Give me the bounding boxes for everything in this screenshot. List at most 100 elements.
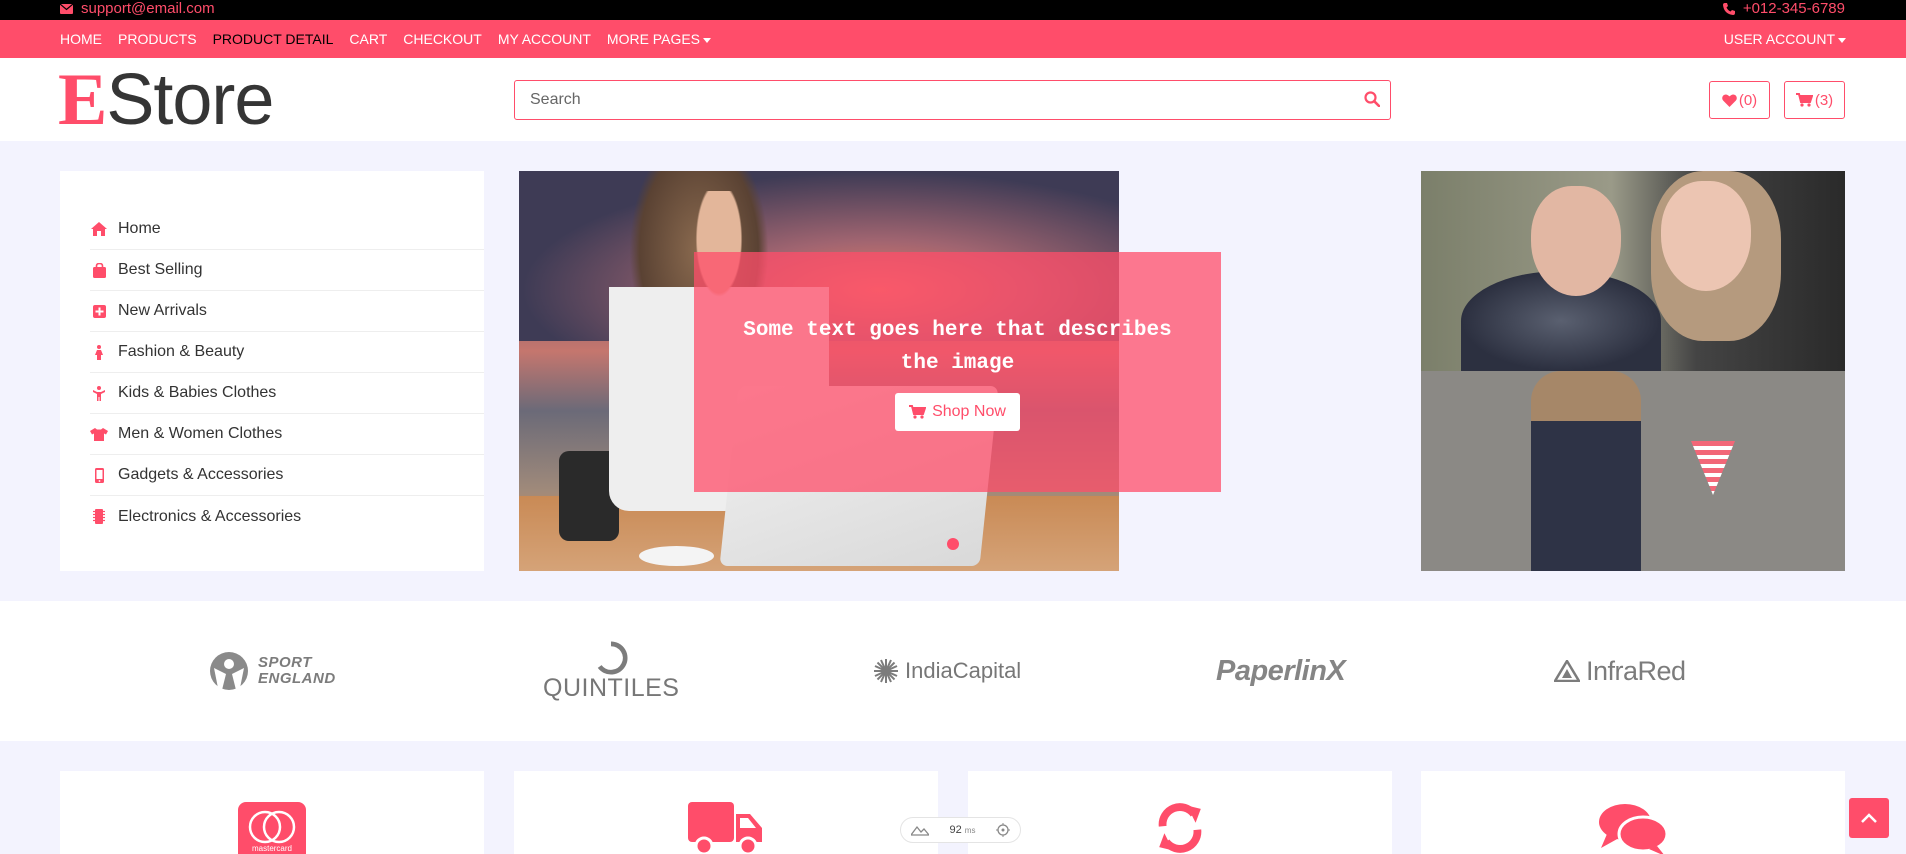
sidebar-item-label: Gadgets & Accessories — [118, 466, 284, 483]
category-sidebar: Home Best Selling New Arrivals Fashion &… — [60, 171, 484, 571]
logo-letter-e: E — [58, 59, 107, 141]
slider-mouse — [639, 546, 714, 566]
user-account-dropdown[interactable]: USER ACCOUNT — [1724, 20, 1846, 58]
brand-india-capital-text: IndiaCapital — [905, 658, 1022, 683]
truck-icon — [688, 802, 762, 854]
sidebar-item-label: Best Selling — [118, 261, 203, 278]
microchip-icon — [90, 509, 108, 524]
contact-email[interactable]: support@email.com — [60, 0, 215, 17]
sidebar-item-label: New Arrivals — [118, 302, 207, 319]
promo-image-women[interactable] — [1421, 171, 1845, 371]
tshirt-icon — [90, 427, 108, 441]
search-icon[interactable] — [1364, 91, 1380, 107]
mastercard-icon: mastercard — [238, 802, 306, 854]
sidebar-item-label: Men & Women Clothes — [118, 425, 283, 442]
cart-icon — [1795, 93, 1813, 107]
shop-now-button[interactable]: Shop Now — [895, 393, 1020, 431]
nav-home[interactable]: HOME — [60, 31, 110, 47]
wishlist-count: (0) — [1738, 91, 1758, 109]
brand-sport-line2: ENGLAND — [258, 670, 336, 687]
cart-count: (3) — [1814, 91, 1834, 109]
performance-badge: 92 ms — [900, 817, 1021, 843]
caret-down-icon — [1838, 37, 1846, 43]
contact-email-text: support@email.com — [81, 0, 215, 17]
nav-product-detail[interactable]: PRODUCT DETAIL — [205, 31, 342, 47]
female-icon — [90, 344, 108, 360]
brand-sport-line1: SPORT — [258, 654, 312, 671]
home-icon — [90, 222, 108, 236]
nav-my-account[interactable]: MY ACCOUNT — [490, 31, 599, 47]
sidebar-item-men-women[interactable]: Men & Women Clothes — [90, 414, 484, 455]
brand-infrared[interactable]: InfraRed — [1554, 641, 1686, 701]
nav-more-pages-dropdown[interactable]: MORE PAGES — [599, 31, 719, 47]
sidebar-item-best-selling[interactable]: Best Selling — [90, 250, 484, 291]
comments-icon — [1599, 804, 1669, 854]
sidebar-item-label: Electronics & Accessories — [118, 507, 302, 525]
chevron-up-icon — [1861, 813, 1877, 823]
shop-now-label: Shop Now — [932, 403, 1006, 420]
phone-icon — [1722, 2, 1735, 15]
nav-more-pages-label: MORE PAGES — [606, 31, 701, 47]
brand-quintiles[interactable]: QUINTILES — [543, 641, 679, 701]
child-icon — [90, 385, 108, 401]
sidebar-item-label: Fashion & Beauty — [118, 343, 245, 360]
search-input[interactable] — [515, 81, 1390, 119]
perf-reading: 92 ms — [949, 824, 975, 836]
brand-sport-england-text: SPORT ENGLAND — [258, 655, 336, 687]
perf-value: 92 — [949, 824, 962, 836]
sidebar-item-electronics[interactable]: Electronics & Accessories — [90, 496, 484, 537]
contact-phone[interactable]: +012-345-6789 — [1722, 0, 1845, 17]
nav-menu: HOME PRODUCTS PRODUCT DETAIL CART CHECKO… — [60, 20, 719, 58]
top-contact-bar: support@email.com +012-345-6789 — [0, 0, 1906, 20]
back-to-top-button[interactable] — [1849, 798, 1889, 838]
brand-quintiles-text: QUINTILES — [543, 674, 680, 702]
main-navbar: HOME PRODUCTS PRODUCT DETAIL CART CHECKO… — [0, 20, 1906, 58]
brand-paperlinx[interactable]: PaperlinX — [1216, 641, 1346, 701]
sidebar-item-label: Kids & Babies Clothes — [118, 384, 277, 401]
caret-down-icon — [703, 37, 712, 43]
search-bar — [514, 80, 1391, 120]
brand-logos-strip: SPORT ENGLAND QUINTILES IndiaCapital Pap… — [0, 601, 1906, 741]
brand-infrared-text: InfraRed — [1586, 655, 1686, 686]
india-capital-star-icon — [874, 659, 898, 683]
feature-card-returns — [968, 771, 1392, 854]
promo-face-left — [1531, 186, 1621, 296]
sidebar-item-gadgets[interactable]: Gadgets & Accessories — [90, 455, 484, 496]
category-list: Home Best Selling New Arrivals Fashion &… — [90, 209, 484, 537]
sidebar-item-kids-babies[interactable]: Kids & Babies Clothes — [90, 373, 484, 414]
plus-square-icon — [90, 304, 108, 318]
promo-image-kids[interactable] — [1421, 371, 1845, 571]
cart-icon — [909, 405, 927, 419]
brand-sport-england[interactable]: SPORT ENGLAND — [208, 641, 336, 701]
brand-india-capital[interactable]: IndiaCapital — [873, 641, 1021, 701]
slider-caption: Some text goes here that describes the i… — [694, 252, 1221, 492]
quintiles-ring-icon — [598, 641, 628, 675]
nav-checkout[interactable]: CHECKOUT — [395, 31, 490, 47]
cart-button[interactable]: (3) — [1784, 81, 1845, 119]
perf-unit: ms — [964, 826, 976, 835]
wishlist-button[interactable]: (0) — [1709, 81, 1770, 119]
nav-products[interactable]: PRODUCTS — [110, 31, 205, 47]
user-account-label: USER ACCOUNT — [1723, 31, 1835, 47]
sync-icon — [1158, 803, 1202, 853]
sidebar-item-new-arrivals[interactable]: New Arrivals — [90, 291, 484, 332]
nav-cart[interactable]: CART — [341, 31, 395, 47]
sidebar-item-label: Home — [118, 220, 161, 237]
envelope-icon — [60, 3, 73, 14]
heart-icon — [1721, 93, 1737, 107]
sidebar-item-home[interactable]: Home — [90, 209, 484, 250]
estore-logo[interactable]: EStore — [58, 63, 274, 137]
sidebar-item-fashion-beauty[interactable]: Fashion & Beauty — [90, 332, 484, 373]
shopping-bag-icon — [90, 262, 108, 278]
slider-caption-text: Some text goes here that describes the i… — [743, 319, 1172, 375]
slider-indicator-dot[interactable] — [947, 538, 959, 550]
promo-kid-left — [1531, 371, 1641, 571]
infrared-triangle-icon — [1554, 660, 1580, 682]
mastercard-badge-text: mastercard — [252, 844, 292, 853]
contact-phone-text: +012-345-6789 — [1742, 0, 1845, 17]
sport-england-logo-icon — [210, 652, 248, 690]
feature-card-payment: mastercard — [60, 771, 484, 854]
brand-paperlinx-text: PaperlinX — [1216, 654, 1346, 687]
feature-card-shipping — [514, 771, 938, 854]
crosshair-icon[interactable] — [995, 823, 1010, 837]
